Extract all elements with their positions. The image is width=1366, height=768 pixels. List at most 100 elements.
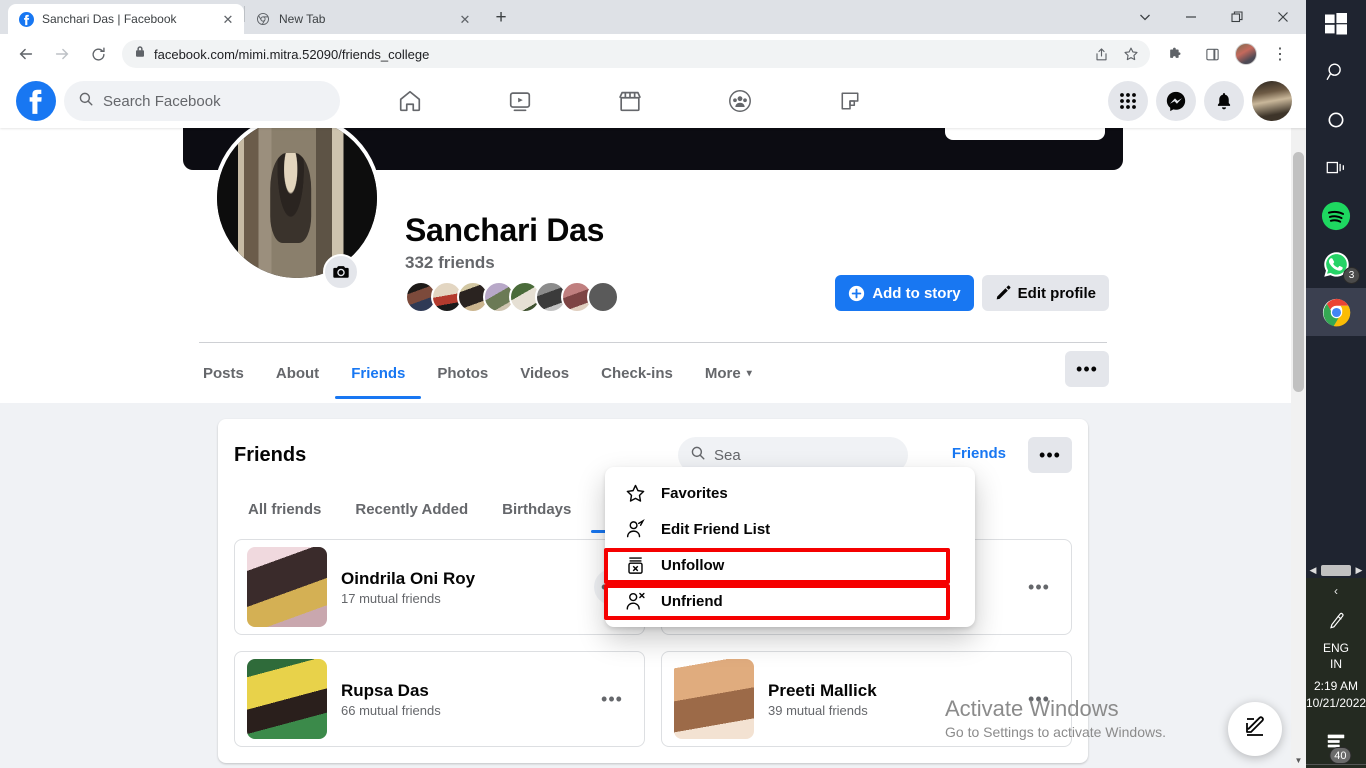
- horizontal-scrollbar[interactable]: ◀ ▶: [1306, 563, 1366, 578]
- tab-search-icon[interactable]: [1122, 1, 1168, 33]
- unfollow-icon: [621, 555, 649, 576]
- friend-photo[interactable]: [674, 659, 754, 739]
- friend-photo[interactable]: [247, 547, 327, 627]
- star-outline-icon: [621, 483, 649, 504]
- home-icon[interactable]: [355, 77, 465, 125]
- scroll-right-arrow[interactable]: ▶: [1352, 565, 1366, 576]
- scrollbar-thumb[interactable]: [1293, 152, 1304, 392]
- chrome-button[interactable]: [1306, 288, 1366, 336]
- panel-icon[interactable]: [1198, 40, 1226, 68]
- menu-item-favorites[interactable]: Favorites: [613, 475, 967, 511]
- pen-icon[interactable]: [1306, 604, 1366, 638]
- cortana-button[interactable]: [1306, 96, 1366, 144]
- edit-profile-button[interactable]: Edit profile: [981, 275, 1109, 311]
- friend-mutual-count: 17 mutual friends: [341, 590, 441, 606]
- add-to-story-button[interactable]: Add to story: [835, 275, 974, 311]
- compose-button[interactable]: [1228, 702, 1282, 756]
- friend-name[interactable]: Rupsa Das: [341, 681, 441, 701]
- scroll-left-arrow[interactable]: ◀: [1306, 565, 1320, 576]
- profile-avatar[interactable]: [1235, 43, 1257, 65]
- profile-picture[interactable]: [213, 114, 381, 282]
- facebook-logo-icon[interactable]: [16, 81, 56, 121]
- avatar[interactable]: [587, 280, 619, 313]
- maximize-button[interactable]: [1214, 1, 1260, 33]
- browser-tab-title: Sanchari Das | Facebook: [42, 12, 177, 26]
- spotify-button[interactable]: [1306, 192, 1366, 240]
- friend-options-button[interactable]: •••: [1021, 569, 1057, 605]
- groups-icon[interactable]: [685, 77, 795, 125]
- friend-name[interactable]: Oindrila Oni Roy: [341, 569, 475, 589]
- new-tab-button[interactable]: +: [487, 4, 515, 32]
- tray-expand-icon[interactable]: ‹: [1306, 578, 1366, 604]
- list-item[interactable]: Preeti Mallick 39 mutual friends •••: [661, 651, 1072, 747]
- tab-photos[interactable]: Photos: [421, 347, 504, 399]
- list-item[interactable]: Rupsa Das 66 mutual friends •••: [234, 651, 645, 747]
- reload-icon[interactable]: [84, 40, 112, 68]
- compose-pencil-icon: [1243, 715, 1267, 744]
- chrome-browser-window: Sanchari Das | Facebook ✕ New Tab ✕ + fa…: [0, 0, 1306, 768]
- tab-videos[interactable]: Videos: [504, 347, 585, 399]
- tab-close-icon[interactable]: ✕: [457, 11, 473, 27]
- tab-check-ins[interactable]: Check-ins: [585, 347, 689, 399]
- camera-icon[interactable]: [323, 254, 359, 290]
- address-bar[interactable]: facebook.com/mimi.mitra.52090/friends_co…: [122, 40, 1150, 68]
- tab-birthdays[interactable]: Birthdays: [488, 485, 585, 533]
- clock[interactable]: 2:19 AM 10/21/2022: [1306, 678, 1366, 720]
- marketplace-icon[interactable]: [575, 77, 685, 125]
- whatsapp-button[interactable]: 3: [1306, 240, 1366, 288]
- scroll-down-arrow[interactable]: ▼: [1291, 753, 1306, 768]
- action-center-button[interactable]: 40: [1306, 720, 1366, 766]
- account-avatar[interactable]: [1252, 81, 1292, 121]
- friend-options-button[interactable]: •••: [594, 681, 630, 717]
- notifications-icon[interactable]: [1204, 81, 1244, 121]
- close-button[interactable]: [1260, 1, 1306, 33]
- menu-item-unfriend[interactable]: Unfriend: [613, 583, 967, 619]
- puzzle-icon[interactable]: [1162, 40, 1190, 68]
- facebook-search-input[interactable]: Search Facebook: [64, 81, 340, 121]
- tab-about[interactable]: About: [260, 347, 335, 399]
- friend-photo[interactable]: [247, 659, 327, 739]
- profile-meta: Sanchari Das 332 friends: [405, 172, 619, 313]
- page-scrollbar[interactable]: ▲ ▼: [1291, 74, 1306, 768]
- gaming-icon[interactable]: [795, 77, 905, 125]
- forward-icon[interactable]: [48, 40, 76, 68]
- friend-name[interactable]: Preeti Mallick: [768, 681, 877, 701]
- friends-search-placeholder: Sea: [714, 446, 741, 464]
- browser-menu-icon[interactable]: ⋮: [1266, 40, 1294, 68]
- messenger-icon[interactable]: [1156, 81, 1196, 121]
- add-to-story-label: Add to story: [872, 284, 961, 302]
- friend-context-menu: Favorites Edit Friend List Unfollow Unfr…: [605, 467, 975, 627]
- friend-mutual-count: 66 mutual friends: [341, 702, 441, 718]
- browser-tab-newtab[interactable]: New Tab ✕: [245, 4, 481, 34]
- friends-link[interactable]: Friends: [952, 445, 1006, 462]
- star-icon[interactable]: [1119, 42, 1143, 66]
- video-icon[interactable]: [465, 77, 575, 125]
- tab-more[interactable]: More ▾: [689, 347, 768, 399]
- tab-close-icon[interactable]: ✕: [220, 11, 236, 27]
- friend-options-button[interactable]: •••: [1021, 681, 1057, 717]
- minimize-button[interactable]: [1168, 1, 1214, 33]
- facebook-search-placeholder: Search Facebook: [103, 92, 221, 110]
- list-item[interactable]: Oindrila Oni Roy 17 mutual friends •••: [234, 539, 645, 635]
- menu-item-label: Unfriend: [661, 592, 723, 610]
- browser-tab-facebook[interactable]: Sanchari Das | Facebook ✕: [8, 4, 244, 34]
- friends-options-button[interactable]: •••: [1028, 437, 1072, 473]
- share-icon[interactable]: [1089, 42, 1113, 66]
- task-view-button[interactable]: [1306, 144, 1366, 192]
- notification-badge: 40: [1329, 747, 1352, 764]
- tab-all-friends[interactable]: All friends: [234, 485, 335, 533]
- menu-grid-icon[interactable]: [1108, 81, 1148, 121]
- menu-item-unfollow[interactable]: Unfollow: [613, 547, 967, 583]
- tab-friends[interactable]: Friends: [335, 347, 422, 399]
- back-icon[interactable]: [12, 40, 40, 68]
- start-button[interactable]: [1306, 0, 1366, 48]
- search-button[interactable]: [1306, 48, 1366, 96]
- profile-more-options-button[interactable]: •••: [1065, 351, 1109, 387]
- show-desktop-button[interactable]: [1306, 764, 1366, 768]
- menu-item-edit-friend-list[interactable]: Edit Friend List: [613, 511, 967, 547]
- tab-posts[interactable]: Posts: [187, 347, 260, 399]
- friend-thumbnail-row[interactable]: [405, 280, 619, 313]
- language-indicator[interactable]: ENG IN: [1306, 638, 1366, 678]
- tab-recently-added[interactable]: Recently Added: [341, 485, 482, 533]
- horizontal-scrollbar-thumb[interactable]: [1321, 565, 1351, 576]
